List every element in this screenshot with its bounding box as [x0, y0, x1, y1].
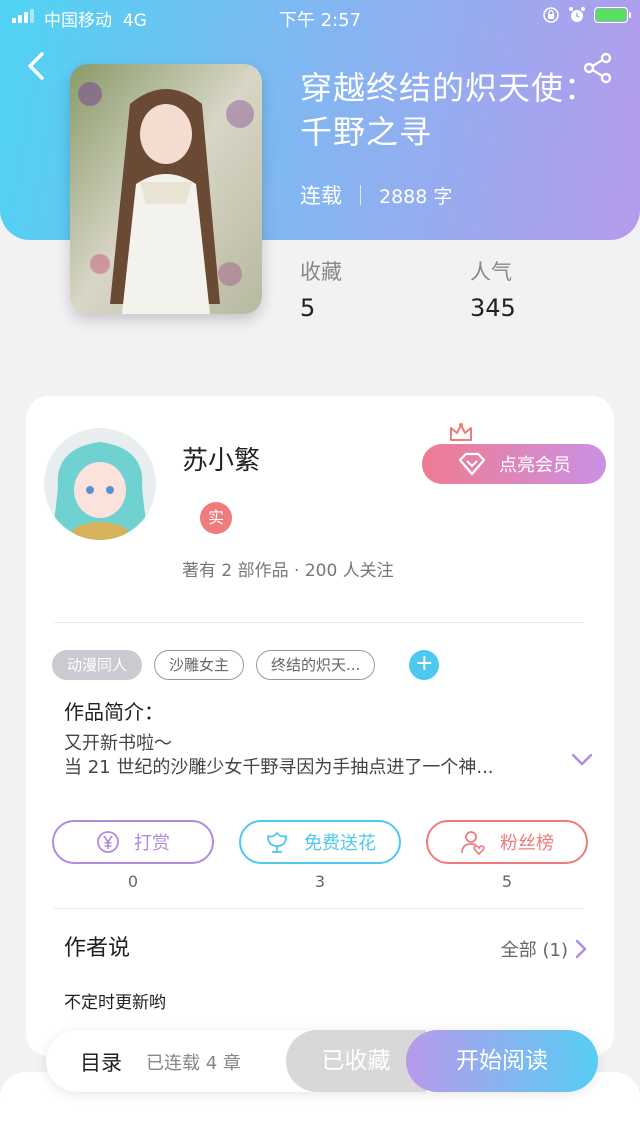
- diamond-icon: [458, 452, 486, 476]
- tag-item[interactable]: 动漫同人: [52, 650, 143, 680]
- flower-count: 3: [314, 872, 326, 891]
- send-flower-button[interactable]: 免费送花: [239, 820, 401, 864]
- tip-button[interactable]: 打赏: [52, 820, 214, 864]
- intro-text: 又开新书啦～ 当 21 世纪的沙雕少女千野寻因为手抽点进了一个神...: [64, 733, 494, 778]
- toc-button[interactable]: 目录: [80, 1047, 122, 1077]
- alarm-icon: [569, 7, 585, 22]
- bottom-action-bar: 目录 已连载 4 章 已收藏 开始阅读: [46, 1030, 598, 1092]
- divider: [54, 622, 584, 623]
- tag-list: 动漫同人 沙雕女主 终结的炽天... +: [52, 650, 440, 680]
- status-bar: 中国移动 4G 下午 2:57: [0, 0, 640, 34]
- chevron-down-icon[interactable]: [570, 752, 594, 768]
- tag-item[interactable]: 终结的炽天...: [256, 650, 376, 680]
- fan-icon: [461, 831, 485, 855]
- book-title: 穿越终结的炽天使：千野之寻: [300, 69, 598, 151]
- intro-title: 作品简介：: [64, 700, 164, 724]
- author-name[interactable]: 苏小繁: [182, 440, 260, 477]
- chevron-left-icon: [28, 52, 44, 80]
- author-info: 著有 2 部作品 · 200 人关注: [182, 561, 394, 581]
- book-meta: 连载 2888 字: [300, 180, 452, 210]
- book-detail-card: 苏小繁 实 著有 2 部作品 · 200 人关注 点亮会员 动漫同人 沙雕女主 …: [26, 396, 614, 1056]
- serial-status: 连载: [300, 184, 342, 208]
- battery-icon: [594, 7, 631, 23]
- start-reading-button[interactable]: 开始阅读: [406, 1030, 598, 1092]
- back-button[interactable]: [22, 48, 52, 84]
- book-cover-image[interactable]: [70, 64, 262, 314]
- tag-item[interactable]: 沙雕女主: [154, 650, 245, 680]
- author-say-all-link[interactable]: 全部 (1): [501, 936, 588, 962]
- chapter-count: 已连载 4 章: [146, 1053, 241, 1074]
- tip-count: 0: [127, 872, 139, 891]
- chevron-right-icon: [575, 939, 587, 959]
- vip-member-button[interactable]: 点亮会员: [422, 444, 606, 484]
- verified-badge: 实: [200, 502, 232, 534]
- favorited-button[interactable]: 已收藏: [286, 1030, 426, 1092]
- stat-popularity: 人气 345: [470, 260, 516, 322]
- crown-icon: [450, 423, 472, 441]
- word-count: 2888 字: [379, 185, 453, 208]
- flower-icon: [267, 832, 287, 853]
- meta-divider: [360, 185, 361, 205]
- rotation-lock-icon: [543, 7, 559, 23]
- add-tag-button[interactable]: +: [409, 650, 440, 680]
- author-say-title: 作者说: [64, 936, 131, 961]
- yen-icon: [97, 831, 119, 853]
- fan-ranking-button[interactable]: 粉丝榜: [426, 820, 588, 864]
- divider: [54, 908, 584, 909]
- author-avatar[interactable]: [44, 428, 156, 540]
- author-say-text: 不定时更新哟: [64, 993, 166, 1013]
- fan-count: 5: [501, 872, 513, 891]
- stat-favorites: 收藏 5: [300, 260, 342, 322]
